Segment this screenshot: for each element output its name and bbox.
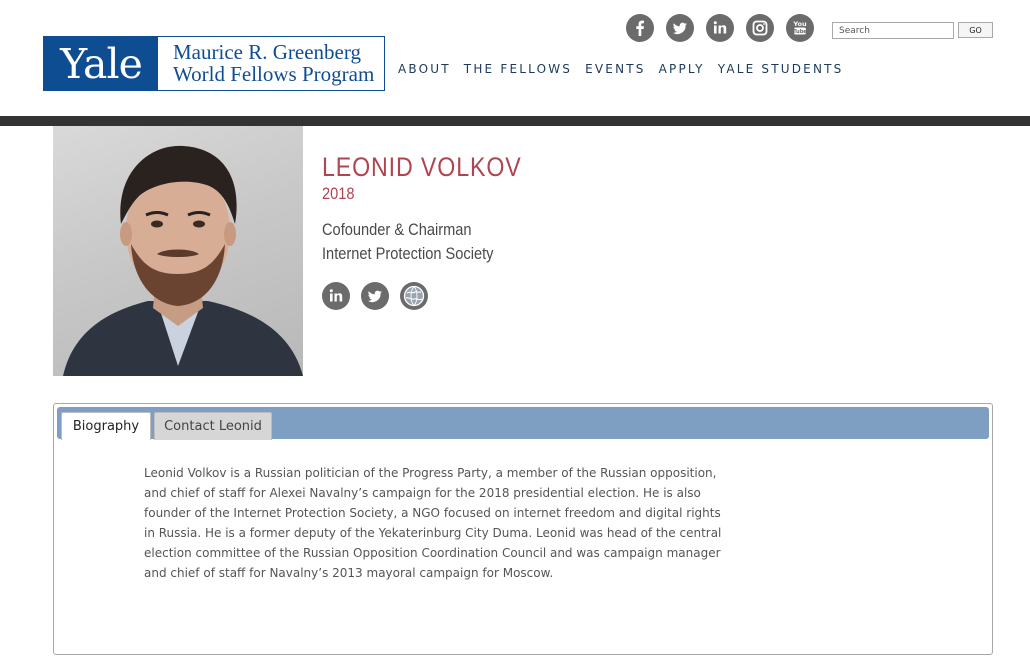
nav-yale-students[interactable]: YALE STUDENTS <box>718 62 844 76</box>
header-social-links: You Tube <box>626 14 814 42</box>
tab-bar: Biography Contact Leonid <box>57 407 989 440</box>
linkedin-icon[interactable] <box>322 282 350 310</box>
fellow-organization: Internet Protection Society <box>322 244 494 263</box>
tab-contact-leonid[interactable]: Contact Leonid <box>154 412 272 440</box>
twitter-icon[interactable] <box>666 14 694 42</box>
globe-icon[interactable] <box>400 282 428 310</box>
profile-tabs: Biography Contact Leonid Leonid Volkov i… <box>53 403 993 655</box>
tab-biography[interactable]: Biography <box>61 412 151 440</box>
header-divider <box>0 116 1030 126</box>
youtube-icon[interactable]: You Tube <box>786 14 814 42</box>
search-input[interactable] <box>832 22 954 39</box>
linkedin-icon[interactable] <box>706 14 734 42</box>
biography-text: Leonid Volkov is a Russian politician of… <box>144 466 722 580</box>
site-header: Yale Maurice R. Greenberg World Fellows … <box>0 0 1030 116</box>
program-logo[interactable]: Yale Maurice R. Greenberg World Fellows … <box>43 36 385 91</box>
main-nav: ABOUT THE FELLOWS EVENTS APPLY YALE STUD… <box>398 62 857 76</box>
search-form: GO <box>832 22 993 39</box>
program-name-line-2: World Fellows Program <box>173 62 375 86</box>
facebook-icon[interactable] <box>626 14 654 42</box>
nav-the-fellows[interactable]: THE FELLOWS <box>464 62 572 76</box>
fellow-portrait <box>53 126 303 376</box>
yale-wordmark: Yale <box>44 37 158 90</box>
nav-apply[interactable]: APPLY <box>659 62 705 76</box>
svg-text:You: You <box>792 20 807 28</box>
fellow-name: LEONID VOLKOV <box>322 152 522 182</box>
instagram-icon[interactable] <box>746 14 774 42</box>
program-name-line-1: Maurice R. Greenberg <box>173 40 361 64</box>
fellow-social-links <box>322 282 554 310</box>
fellow-details: LEONID VOLKOV 2018 Cofounder & Chairman … <box>322 152 554 310</box>
svg-text:Tube: Tube <box>793 29 807 35</box>
search-go-button[interactable]: GO <box>958 22 993 38</box>
twitter-icon[interactable] <box>361 282 389 310</box>
nav-events[interactable]: EVENTS <box>585 62 646 76</box>
fellow-title: Cofounder & Chairman <box>322 220 472 239</box>
nav-about[interactable]: ABOUT <box>398 62 451 76</box>
program-name: Maurice R. Greenberg World Fellows Progr… <box>158 37 384 90</box>
fellow-year: 2018 <box>322 184 355 203</box>
